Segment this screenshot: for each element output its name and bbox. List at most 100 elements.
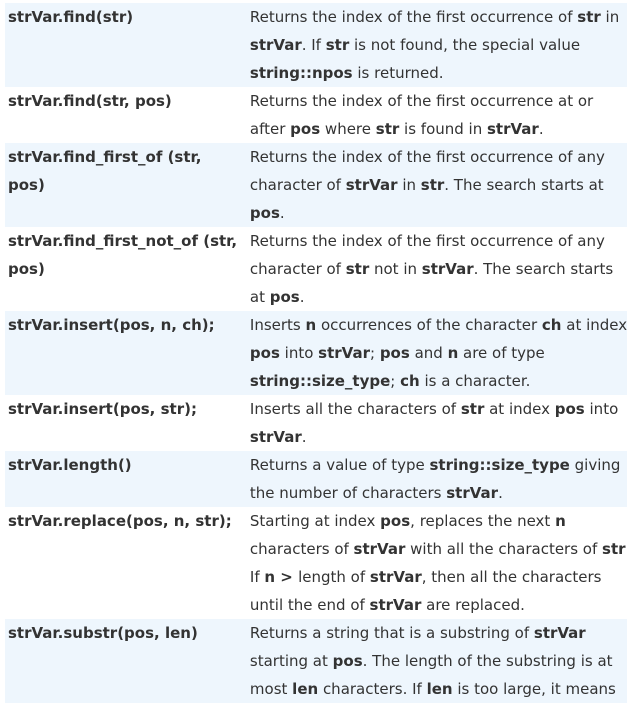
- description-text: .: [301, 428, 307, 446]
- code-term: len: [426, 680, 453, 698]
- code-term: str: [325, 36, 350, 54]
- code-term: pos: [249, 204, 280, 222]
- code-term: strVar: [345, 176, 398, 194]
- code-term: strVar: [369, 568, 422, 586]
- code-term: n: [447, 344, 459, 362]
- function-description: Starting at index pos, replaces the next…: [246, 507, 627, 619]
- function-description: Returns the index of the first occurrenc…: [246, 87, 627, 143]
- table-row: strVar.length() Returns a value of type s…: [5, 451, 627, 507]
- description-text: at index: [484, 400, 555, 418]
- description-text: ;: [369, 344, 380, 362]
- description-text: into: [584, 400, 619, 418]
- description-text: starting at: [249, 652, 333, 670]
- description-text: . The search starts at: [444, 176, 604, 194]
- function-signature: strVar.find_first_not_of (str, pos): [8, 232, 238, 278]
- code-term: pos: [379, 344, 410, 362]
- code-term: strVar: [318, 344, 370, 362]
- code-term: string::npos: [249, 64, 353, 82]
- function-description: Inserts n occurrences of the character c…: [245, 311, 627, 395]
- description-text: .: [279, 204, 285, 222]
- description-text: Starting at index: [249, 512, 381, 530]
- code-term: pos: [269, 288, 300, 306]
- code-term: strVar: [369, 596, 422, 614]
- function-description: Returns a string that is a substring of …: [245, 619, 627, 703]
- description-text: Returns a value of type: [249, 456, 430, 474]
- description-text: Returns a string that is a substring of: [249, 624, 534, 642]
- description-text: Returns the index of the first occurrenc…: [249, 8, 578, 26]
- code-term: strVar: [533, 624, 586, 642]
- code-term: pos: [290, 120, 321, 138]
- function-signature: strVar.find(str): [5, 3, 246, 87]
- code-term: ch: [400, 372, 420, 390]
- code-term: str: [577, 8, 601, 26]
- description-text: with all the characters of: [405, 540, 603, 558]
- function-signature: strVar.insert(pos, n, ch);: [5, 311, 246, 395]
- table-row: strVar.substr(pos, len) Returns a string …: [5, 619, 627, 703]
- code-term: str: [460, 400, 485, 418]
- description-text: is a character.: [419, 372, 531, 390]
- description-text: is returned.: [352, 64, 444, 82]
- function-description: Returns the index of the first occurrenc…: [245, 143, 627, 227]
- code-term: strVar: [249, 428, 302, 446]
- table-row: strVar.replace(pos, n, str); Starting at …: [5, 507, 627, 619]
- string-functions-table: strVar.find(str) Returns the index of the…: [5, 3, 627, 703]
- description-text: in: [600, 8, 620, 26]
- code-term: pos: [332, 652, 363, 670]
- function-description: Inserts all the characters of str at ind…: [246, 395, 627, 451]
- description-text: is too large, it means: [452, 680, 616, 698]
- table-row: strVar.find(str) Returns the index of the…: [5, 3, 627, 87]
- code-term: strVar: [487, 120, 539, 138]
- table-row: strVar.find(str, pos) Returns the index o…: [5, 87, 627, 143]
- function-description: Returns the index of the first occurrenc…: [246, 227, 627, 311]
- code-term: strVar: [353, 540, 406, 558]
- code-term: strVar: [249, 36, 302, 54]
- description-text: characters. If: [318, 680, 427, 698]
- description-text: ;: [390, 372, 401, 390]
- function-signature: strVar.length(): [5, 451, 246, 507]
- code-term: strVar: [446, 484, 499, 502]
- table-row: strVar.find_first_not_of (str, pos) Retur…: [5, 227, 627, 311]
- table-row: strVar.insert(pos, n, ch); Inserts n occu…: [5, 311, 627, 395]
- description-text: Inserts all the characters of: [249, 400, 461, 418]
- description-text: characters of: [249, 540, 354, 558]
- description-text: . If: [301, 36, 326, 54]
- description-text: length of: [298, 568, 370, 586]
- code-term: strVar: [421, 260, 474, 278]
- code-term: n: [555, 512, 566, 530]
- code-term: pos: [554, 400, 585, 418]
- description-text: is not found, the special value: [349, 36, 581, 54]
- code-term: len: [292, 680, 319, 698]
- code-term: n >: [264, 568, 299, 586]
- function-signature: strVar.replace(pos, n, str);: [8, 512, 232, 530]
- code-term: string::size_type: [429, 456, 570, 474]
- description-text: into: [279, 344, 319, 362]
- description-text: Inserts: [249, 316, 306, 334]
- description-text: .: [538, 120, 544, 138]
- code-term: pos: [249, 344, 280, 362]
- code-term: str: [375, 120, 400, 138]
- description-text: are replaced.: [421, 596, 525, 614]
- function-description: Returns the index of the first occurrenc…: [245, 3, 627, 87]
- description-text: where: [320, 120, 376, 138]
- description-text: .: [498, 484, 503, 502]
- description-text: not in: [369, 260, 422, 278]
- table-body: strVar.find(str) Returns the index of the…: [5, 3, 627, 703]
- code-term: n: [305, 316, 317, 334]
- description-text: at index: [561, 316, 627, 334]
- function-signature: strVar.find(str, pos): [8, 92, 172, 110]
- function-description: Returns a value of type string::size_typ…: [245, 451, 627, 507]
- function-signature: strVar.insert(pos, str);: [8, 400, 197, 418]
- function-signature: strVar.substr(pos, len): [5, 619, 246, 703]
- code-term: ch: [541, 316, 562, 334]
- code-term: string::size_type: [249, 372, 391, 390]
- code-term: str: [420, 176, 445, 194]
- description-text: occurrences of the character: [316, 316, 542, 334]
- description-text: and: [409, 344, 448, 362]
- description-text: are of type: [458, 344, 545, 362]
- description-text: is found in: [399, 120, 487, 138]
- description-text: .: [299, 288, 305, 306]
- description-text: , replaces the next: [410, 512, 556, 530]
- table-row: strVar.insert(pos, str); Inserts all the …: [5, 395, 627, 451]
- function-signature: strVar.find_first_of (str, pos): [5, 143, 246, 227]
- code-term: pos: [380, 512, 411, 530]
